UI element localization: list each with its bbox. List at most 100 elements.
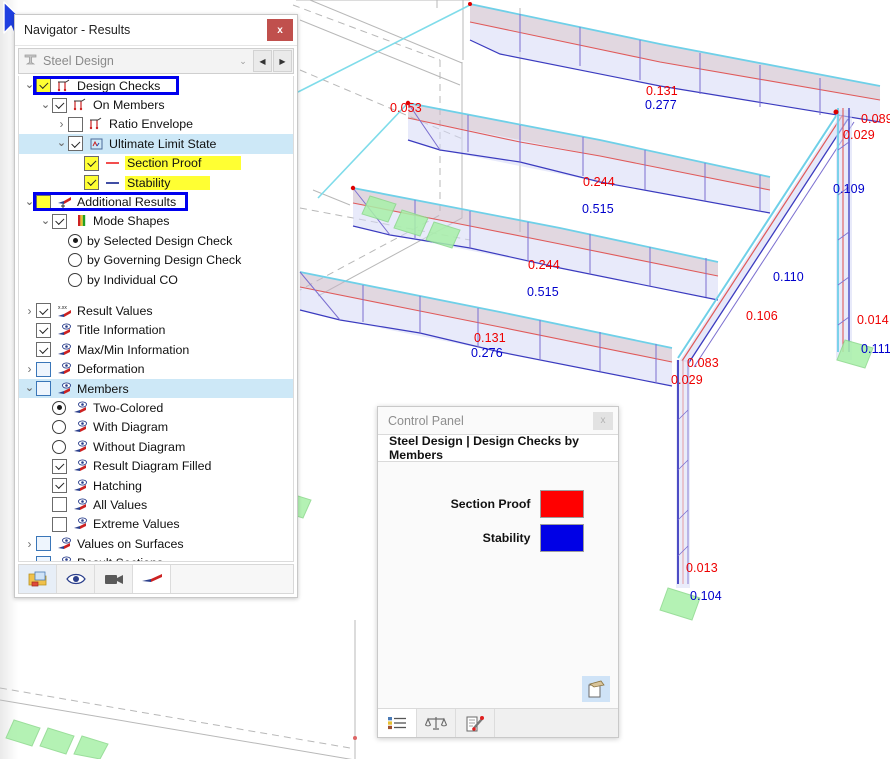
tree-item-label: All Values: [93, 497, 148, 512]
tree-item-by-selected-design-check[interactable]: by Selected Design Check: [19, 231, 293, 250]
results-tree[interactable]: ⌄ Design Checks ⌄ On Members › Ratio Envelope…: [18, 76, 294, 562]
design-addon-selector[interactable]: Steel Design ⌄ ◀ ▶: [18, 48, 294, 74]
tree-item-all-values[interactable]: All Values: [19, 495, 293, 514]
chevron-right-icon[interactable]: ›: [23, 363, 36, 375]
legend-color-swatch[interactable]: [539, 490, 584, 518]
chevron-down-icon[interactable]: ⌄: [55, 138, 68, 149]
tree-item-result-sections[interactable]: › Result Sections: [19, 553, 293, 561]
tree-item-members[interactable]: ⌄ Members: [19, 378, 293, 399]
checkbox-title-information[interactable]: [36, 322, 51, 338]
chevron-right-icon[interactable]: ›: [23, 557, 36, 561]
checkbox-all-values[interactable]: [52, 497, 67, 513]
checkbox-mode-shapes[interactable]: [52, 213, 67, 229]
visibility-button[interactable]: [57, 565, 95, 593]
checkbox-deformation[interactable]: [36, 361, 51, 377]
display-icon: [71, 498, 90, 512]
navigator-toolbar[interactable]: [18, 564, 294, 594]
close-icon[interactable]: x: [593, 411, 613, 430]
control-panel-header: Steel Design | Design Checks by Members: [378, 434, 618, 462]
tree-item-hatching[interactable]: Hatching: [19, 476, 293, 495]
chevron-down-icon[interactable]: ⌄: [39, 99, 52, 111]
checkbox-result-diagram-filled[interactable]: [52, 458, 67, 474]
control-panel-body: Section Proof Stability: [378, 462, 618, 708]
tree-item-by-individual-co[interactable]: by Individual CO: [19, 270, 293, 289]
checkbox-result-sections[interactable]: [36, 555, 51, 561]
result-value-label: 0.515: [527, 285, 559, 299]
chevron-right-icon[interactable]: ›: [23, 538, 36, 550]
tab-factors[interactable]: [417, 709, 456, 737]
copy-to-clipboard-icon[interactable]: [582, 676, 610, 702]
display-icon: [71, 401, 90, 415]
chevron-down-icon[interactable]: ⌄: [23, 383, 36, 394]
checkbox-max-min-information[interactable]: [36, 342, 51, 358]
tree-item-design-checks[interactable]: ⌄ Design Checks: [19, 76, 293, 95]
checkbox-members[interactable]: [36, 381, 51, 397]
tree-item-label: Result Sections: [77, 556, 167, 561]
tree-item-additional-results[interactable]: ⌄ Additional Results: [19, 192, 293, 212]
chevron-right-icon[interactable]: ›: [55, 118, 68, 130]
tree-item-with-diagram[interactable]: With Diagram: [19, 418, 293, 437]
close-icon[interactable]: x: [267, 19, 293, 41]
tree-item-max-min-information[interactable]: Max/Min Information: [19, 340, 293, 359]
checkbox-stability[interactable]: [84, 175, 99, 191]
checkbox-ratio-envelope[interactable]: [68, 116, 83, 132]
tree-item-label: Result Diagram Filled: [93, 459, 212, 474]
legend-color-swatch[interactable]: [539, 524, 584, 552]
results-button[interactable]: [133, 565, 171, 593]
result-value-label: 0.515: [582, 202, 614, 216]
control-panel-tabs[interactable]: [378, 708, 618, 737]
tab-display-properties[interactable]: [456, 709, 495, 737]
navigator-results-window[interactable]: Navigator - Results x Steel Design ⌄ ◀ ▶…: [14, 14, 298, 598]
tree-item-ultimate-limit-state[interactable]: ⌄ Ultimate Limit State: [19, 134, 293, 154]
chevron-down-icon[interactable]: ⌄: [39, 215, 52, 227]
checkbox-hatching[interactable]: [52, 478, 67, 493]
result-value-label: 0.109: [833, 182, 865, 196]
tree-item-mode-shapes[interactable]: ⌄ Mode Shapes: [19, 212, 293, 231]
checkbox-on-members[interactable]: [52, 97, 67, 113]
tree-item-result-values[interactable]: › x.xx Result Values: [19, 301, 293, 320]
result-value-label: 0.089: [861, 112, 890, 126]
tree-item-result-diagram-filled[interactable]: Result Diagram Filled: [19, 456, 293, 475]
focus-highlight: [33, 192, 188, 212]
tree-item-label: Section Proof: [125, 156, 242, 171]
checkbox-result-values[interactable]: [36, 303, 51, 319]
tree-item-without-diagram[interactable]: Without Diagram: [19, 437, 293, 456]
tree-item-title-information[interactable]: Title Information: [19, 321, 293, 340]
checkbox-values-on-surfaces[interactable]: [36, 536, 51, 552]
radio-by-governing-design-check[interactable]: [68, 253, 82, 268]
tree-item-label: Stability: [125, 175, 211, 190]
tab-color-scale[interactable]: [378, 709, 417, 737]
display-icon: [55, 362, 74, 376]
tree-item-two-colored[interactable]: Two-Colored: [19, 398, 293, 417]
radio-by-individual-co[interactable]: [68, 272, 82, 287]
tree-item-values-on-surfaces[interactable]: › Values on Surfaces: [19, 534, 293, 553]
tree-item-spacer-1[interactable]: [19, 289, 293, 301]
chevron-down-icon[interactable]: ⌄: [233, 56, 253, 67]
radio-two-colored[interactable]: [52, 400, 66, 415]
checkbox-ultimate-limit-state[interactable]: [68, 136, 83, 152]
tree-item-extreme-values[interactable]: Extreme Values: [19, 515, 293, 534]
display-icon: [71, 420, 90, 434]
radio-with-diagram[interactable]: [52, 420, 66, 435]
tree-item-on-members[interactable]: ⌄ On Members: [19, 95, 293, 114]
project-navigator-button[interactable]: [19, 565, 57, 593]
next-button[interactable]: ▶: [273, 50, 292, 72]
radio-by-selected-design-check[interactable]: [68, 233, 82, 248]
tree-item-label: Hatching: [93, 478, 142, 493]
views-button[interactable]: [95, 565, 133, 593]
tree-item-by-governing-design-check[interactable]: by Governing Design Check: [19, 251, 293, 270]
tree-item-deformation[interactable]: › Deformation: [19, 359, 293, 378]
display-icon: [71, 440, 90, 454]
radio-without-diagram[interactable]: [52, 439, 66, 454]
checkbox-extreme-values[interactable]: [52, 516, 67, 532]
tree-item-ratio-envelope[interactable]: › Ratio Envelope: [19, 115, 293, 134]
chevron-right-icon[interactable]: ›: [23, 305, 36, 317]
tree-item-section-proof[interactable]: Section Proof: [19, 154, 293, 173]
tree-item-stability[interactable]: Stability: [19, 173, 293, 192]
prev-button[interactable]: ◀: [253, 50, 272, 72]
checkbox-section-proof[interactable]: [84, 155, 99, 171]
control-panel-window[interactable]: Control Panel x Steel Design | Design Ch…: [377, 406, 619, 738]
display-icon: [55, 537, 74, 551]
tree-item-label: Ratio Envelope: [109, 117, 194, 132]
tree-item-label: Title Information: [77, 323, 166, 338]
